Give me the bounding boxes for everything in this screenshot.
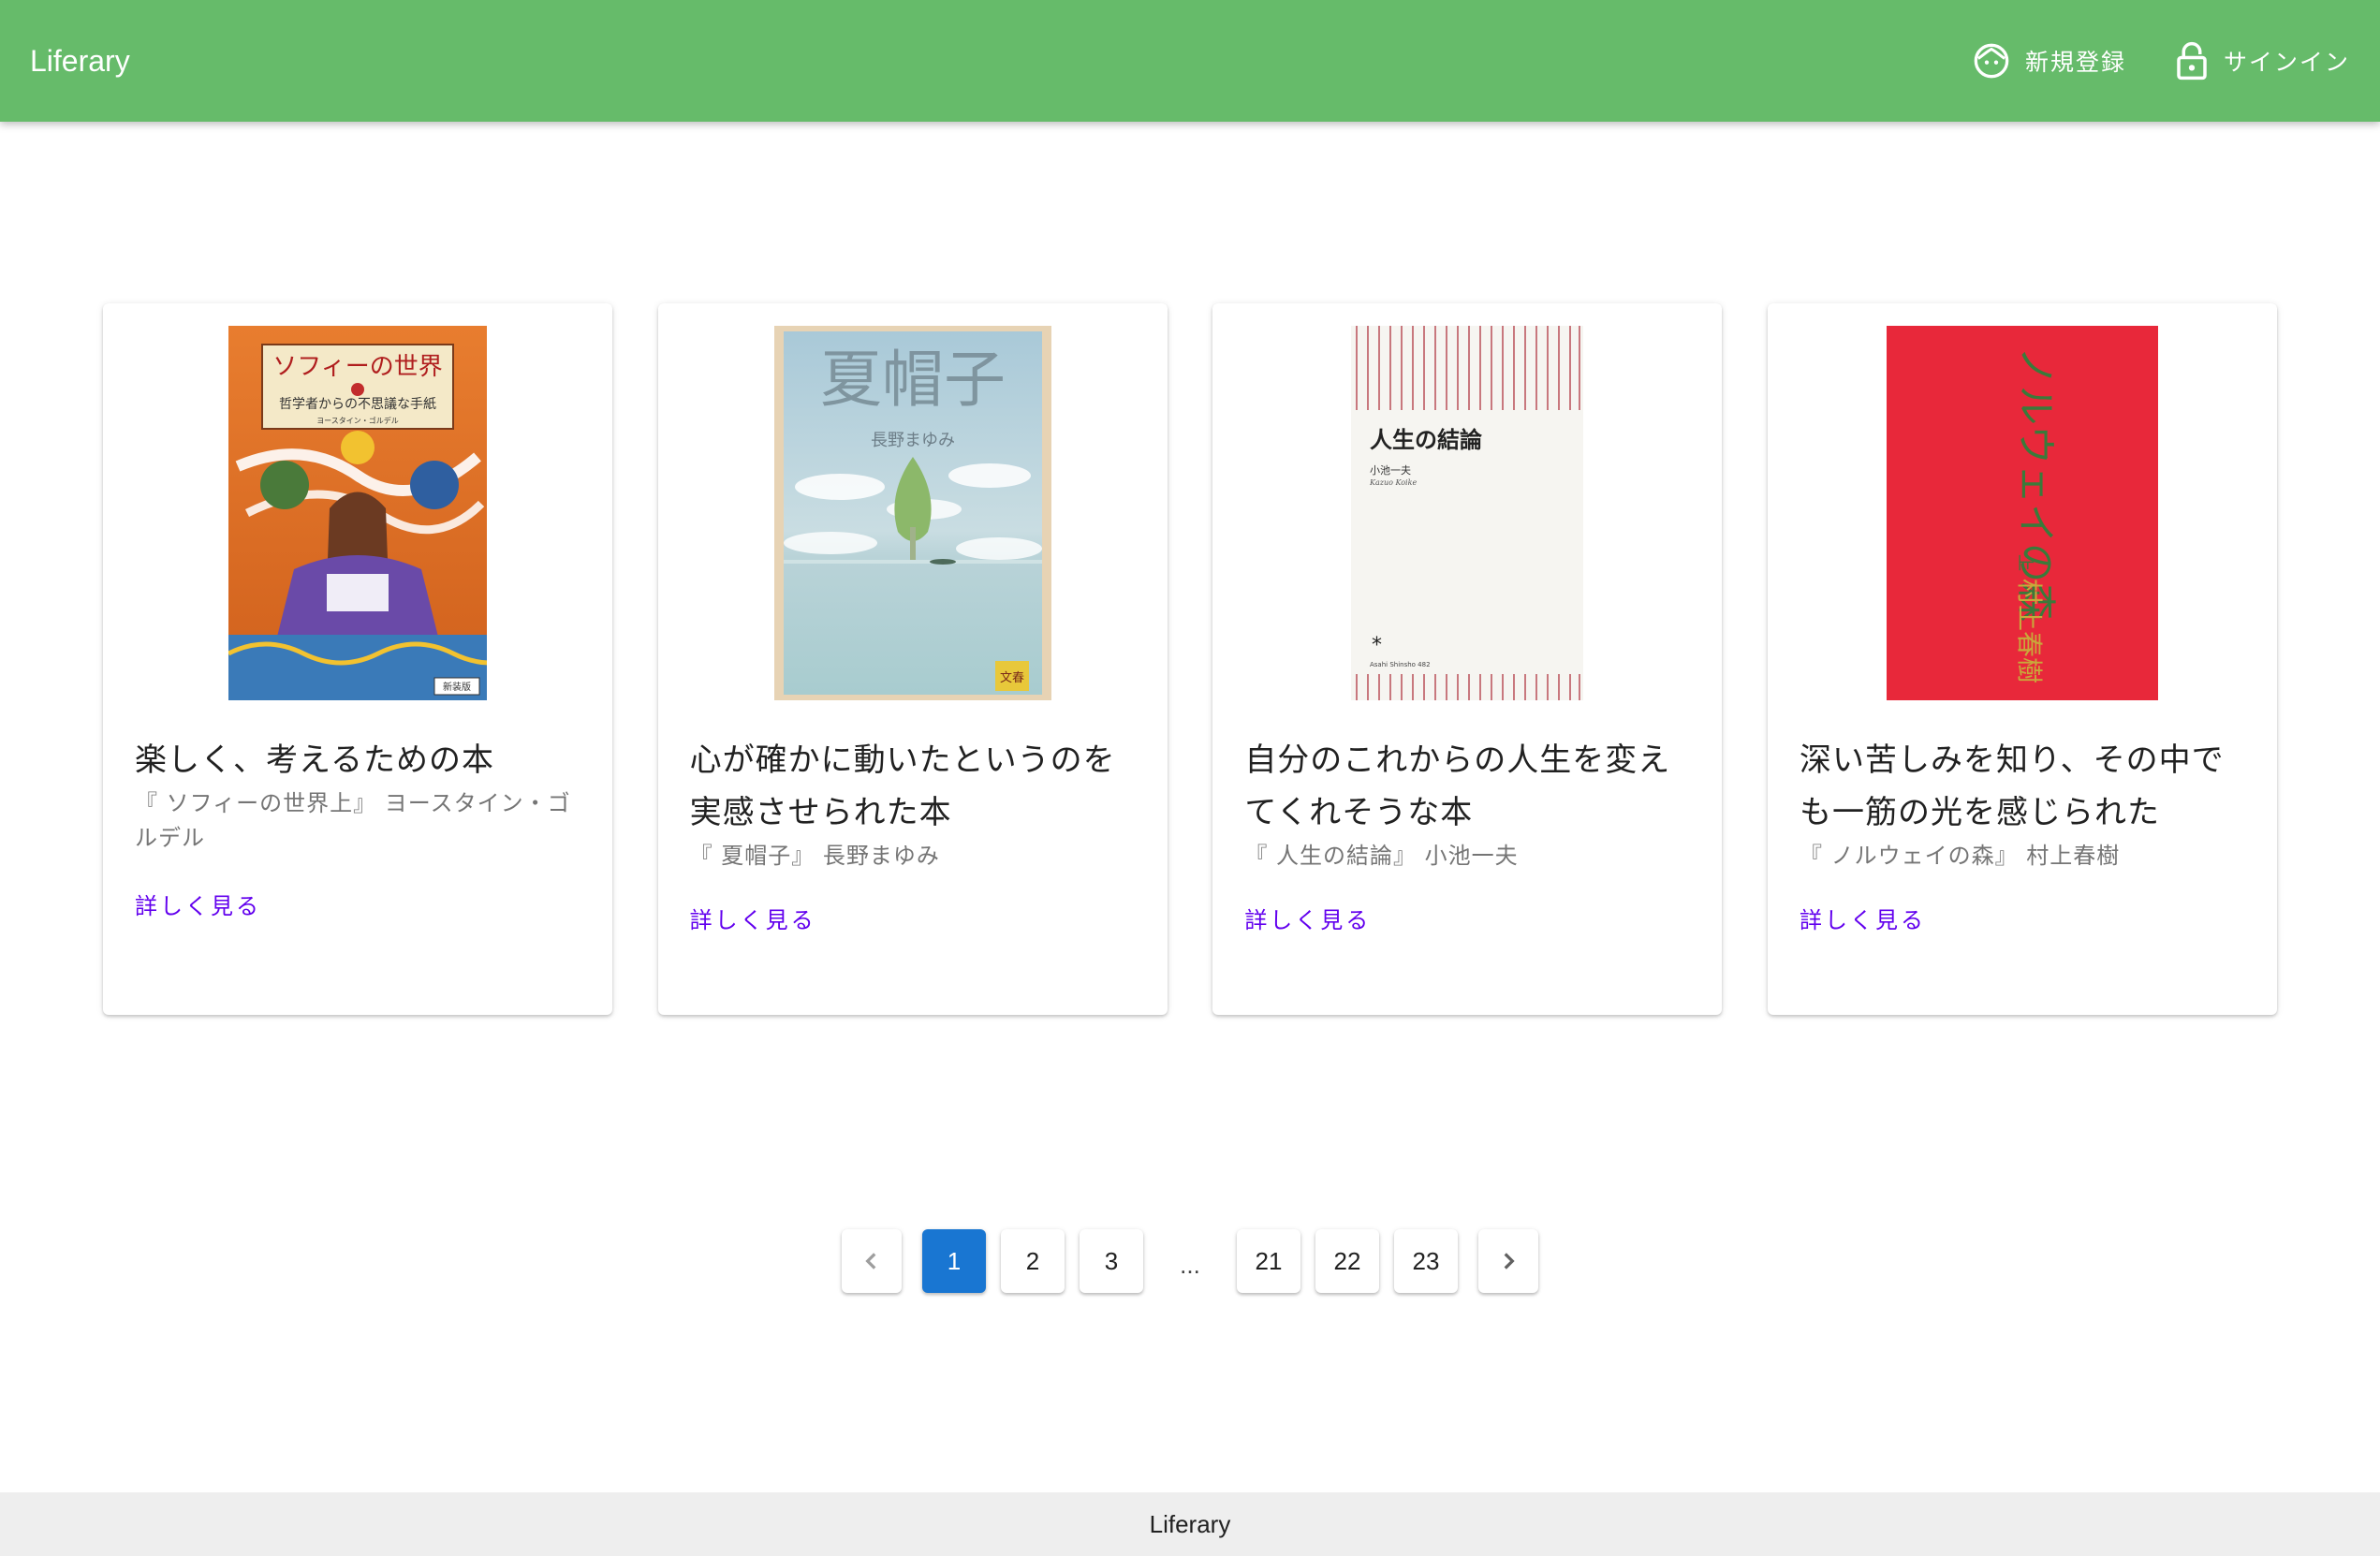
footer: Liferary (0, 1492, 2380, 1556)
cover-title-text: ソフィーの世界 (272, 353, 442, 381)
card-title: 心が確かに動いたというのを実感させられた本 (689, 741, 1116, 831)
cover-publisher-text: Asahi Shinsho 482 (1370, 661, 1431, 668)
book-cover-image: 夏帽子 長野まゆみ 文春 (773, 326, 1051, 700)
page-button-3[interactable]: 3 (1080, 1229, 1143, 1293)
face-icon (1974, 43, 2009, 79)
page-button-1[interactable]: 1 (922, 1229, 986, 1293)
cover-title-text: 人生の結論 (1370, 426, 1483, 453)
book-card: 人生の結論 小池一夫 Kazuo Koike * Asahi Shinsho 4… (1212, 303, 1723, 1015)
card-subtitle: 『 夏帽子』 長野まゆみ (689, 843, 940, 869)
page-button-21[interactable]: 21 (1237, 1229, 1300, 1293)
prev-page-button[interactable] (842, 1229, 902, 1293)
details-link[interactable]: 詳しく見る (135, 888, 261, 920)
page-button-23[interactable]: 23 (1394, 1229, 1458, 1293)
chevron-left-icon (865, 1253, 876, 1270)
pagination-ellipsis: ... (1180, 1250, 1200, 1279)
signup-label: 新規登録 (2024, 49, 2126, 76)
cover-subtitle-text: 哲学者からの不思議な手紙 (279, 396, 436, 412)
svg-text:*: * (1372, 634, 1382, 657)
page-button-2[interactable]: 2 (1001, 1229, 1065, 1293)
page-button-22[interactable]: 22 (1315, 1229, 1379, 1293)
book-card-list: ソフィーの世界 哲学者からの不思議な手紙 ヨースタイン・ゴルデル 新装版 楽しく… (103, 303, 2277, 1015)
card-subtitle: 『 ソフィーの世界上』 ヨースタイン・ゴルデル (135, 790, 571, 851)
book-cover-image: ソフィーの世界 哲学者からの不思議な手紙 ヨースタイン・ゴルデル 新装版 (228, 326, 487, 700)
brand-title[interactable]: Liferary (30, 44, 1924, 79)
book-card: ノルウェイの森 上 村上春樹 深い苦しみを知り、その中でも一筋の光を感じられた … (1767, 303, 2277, 1015)
card-title: 楽しく、考えるための本 (135, 741, 494, 779)
card-title: 深い苦しみを知り、その中でも一筋の光を感じられた (1799, 741, 2225, 831)
card-subtitle: 『 人生の結論』 小池一夫 (1244, 843, 1519, 869)
pagination: 1 2 3 ... 21 22 23 (0, 1229, 2380, 1293)
signin-label: サインイン (2223, 49, 2350, 76)
cover-badge-text: 新装版 (443, 681, 471, 693)
details-link[interactable]: 詳しく見る (1800, 902, 1926, 934)
cover-author-text: 村上春樹 (2014, 579, 2045, 683)
next-page-button[interactable] (1478, 1229, 1538, 1293)
cover-badge-text: 文春 (1000, 671, 1024, 685)
cover-author-text: 長野まゆみ (871, 431, 955, 450)
book-card: ソフィーの世界 哲学者からの不思議な手紙 ヨースタイン・ゴルデル 新装版 楽しく… (103, 303, 612, 1015)
book-cover-image: ノルウェイの森 上 村上春樹 (1886, 326, 2158, 700)
app-bar: Liferary 新規登録 サインイン (0, 0, 2380, 122)
details-link[interactable]: 詳しく見る (690, 902, 816, 934)
cover-author-text: 小池一夫 (1370, 464, 1411, 477)
cover-author-en-text: Kazuo Koike (1369, 478, 1417, 487)
lock-open-icon (2177, 41, 2207, 81)
cover-author-text: ヨースタイン・ゴルデル (316, 416, 399, 425)
cover-volume-text: 上 (2015, 554, 2035, 571)
signin-button[interactable]: サインイン (2175, 41, 2350, 81)
book-cover-image: 人生の結論 小池一夫 Kazuo Koike * Asahi Shinsho 4… (1351, 326, 1584, 700)
cover-title-text: 夏帽子 (820, 344, 1006, 416)
footer-text: Liferary (1149, 1509, 1231, 1538)
chevron-right-icon (1504, 1253, 1515, 1270)
details-link[interactable]: 詳しく見る (1244, 902, 1371, 934)
book-card: 夏帽子 長野まゆみ 文春 心が確かに動いたというのを実感させられた本 『 夏帽子… (657, 303, 1168, 1015)
card-title: 自分のこれからの人生を変えてくれそうな本 (1244, 741, 1671, 831)
signup-button[interactable]: 新規登録 (1973, 42, 2126, 80)
card-subtitle: 『 ノルウェイの森』 村上春樹 (1799, 843, 2121, 869)
